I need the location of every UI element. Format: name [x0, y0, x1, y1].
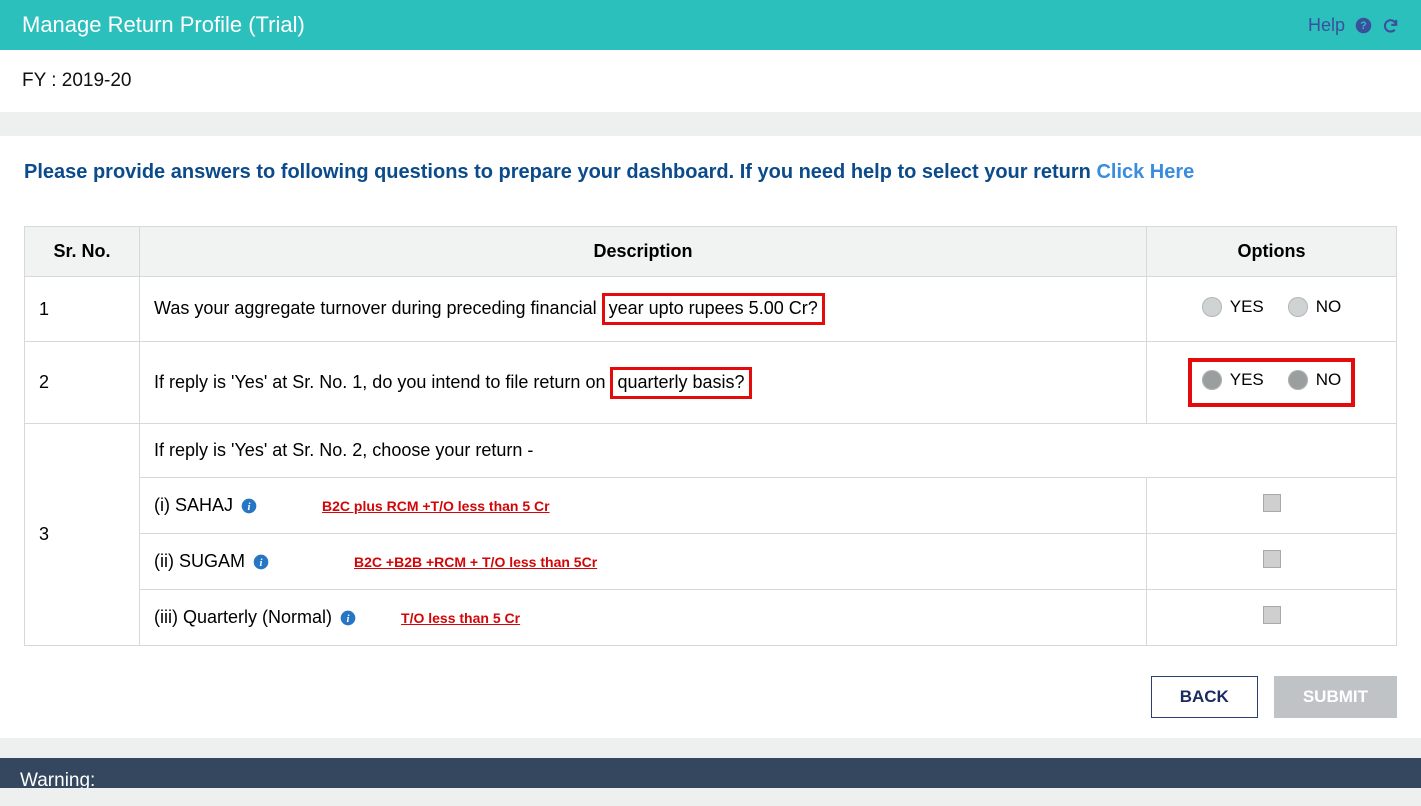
instruction-text: Please provide answers to following ques… [24, 158, 1397, 186]
radio-icon [1288, 370, 1308, 390]
cell-sr-2: 2 [25, 342, 140, 424]
th-sr: Sr. No. [25, 227, 140, 277]
table-row: 3 If reply is 'Yes' at Sr. No. 2, choose… [25, 424, 1397, 478]
row3-opt1-desc: (i) SAHAJ i B2C plus RCM +T/O less than … [140, 478, 1147, 534]
info-icon[interactable]: i [241, 498, 257, 514]
row2-no-radio[interactable]: NO [1288, 370, 1342, 390]
info-icon[interactable]: i [340, 610, 356, 626]
row3-opt1-note: B2C plus RCM +T/O less than 5 Cr [322, 498, 550, 514]
table-row: (ii) SUGAM i B2C +B2B +RCM + T/O less th… [25, 534, 1397, 590]
row1-yes-label: YES [1230, 297, 1264, 317]
radio-icon [1202, 370, 1222, 390]
row3-opt1-checkbox[interactable] [1263, 494, 1281, 512]
row3-opt2-note: B2C +B2B +RCM + T/O less than 5Cr [354, 554, 597, 570]
th-desc: Description [140, 227, 1147, 277]
refresh-icon[interactable] [1382, 17, 1399, 34]
row2-yes-label: YES [1230, 370, 1264, 390]
row2-highlight: quarterly basis? [610, 367, 751, 399]
warning-label: Warning: [20, 770, 95, 788]
row2-yes-radio[interactable]: YES [1202, 370, 1264, 390]
content-panel: Please provide answers to following ques… [0, 136, 1421, 738]
table-row: 2 If reply is 'Yes' at Sr. No. 1, do you… [25, 342, 1397, 424]
help-icon[interactable]: ? [1355, 17, 1372, 34]
row3-intro: If reply is 'Yes' at Sr. No. 2, choose y… [140, 424, 1397, 478]
info-icon[interactable]: i [253, 554, 269, 570]
row3-opt3-desc: (iii) Quarterly (Normal) i T/O less than… [140, 590, 1147, 646]
row3-opt3-label: (iii) Quarterly (Normal) [154, 607, 332, 628]
row1-no-label: NO [1316, 297, 1342, 317]
row3-opt2-check-cell [1147, 534, 1397, 590]
row2-no-label: NO [1316, 370, 1342, 390]
cell-opt-2: YES NO [1147, 342, 1397, 424]
row1-highlight: year upto rupees 5.00 Cr? [602, 293, 825, 325]
svg-text:i: i [260, 558, 263, 569]
radio-icon [1288, 297, 1308, 317]
radio-icon [1202, 297, 1222, 317]
row1-desc-prefix: Was your aggregate turnover during prece… [154, 298, 602, 318]
svg-text:i: i [347, 614, 350, 625]
page-title: Manage Return Profile (Trial) [22, 12, 305, 38]
header-bar: Manage Return Profile (Trial) Help ? [0, 0, 1421, 50]
button-row: BACK SUBMIT [24, 676, 1397, 718]
row1-yes-radio[interactable]: YES [1202, 297, 1264, 317]
cell-opt-1: YES NO [1147, 277, 1397, 342]
row1-no-radio[interactable]: NO [1288, 297, 1342, 317]
th-opt: Options [1147, 227, 1397, 277]
table-row: (i) SAHAJ i B2C plus RCM +T/O less than … [25, 478, 1397, 534]
fy-label: FY : 2019-20 [0, 50, 1421, 112]
cell-sr-1: 1 [25, 277, 140, 342]
row3-opt2-label: (ii) SUGAM [154, 551, 245, 572]
row2-desc-prefix: If reply is 'Yes' at Sr. No. 1, do you i… [154, 372, 610, 392]
svg-text:?: ? [1360, 20, 1366, 32]
row3-opt2-checkbox[interactable] [1263, 550, 1281, 568]
row3-opt3-checkbox[interactable] [1263, 606, 1281, 624]
row3-opt1-label: (i) SAHAJ [154, 495, 233, 516]
svg-text:i: i [248, 502, 251, 513]
row3-opt3-check-cell [1147, 590, 1397, 646]
cell-desc-1: Was your aggregate turnover during prece… [140, 277, 1147, 342]
row3-opt3-note: T/O less than 5 Cr [401, 610, 520, 626]
click-here-link[interactable]: Click Here [1096, 161, 1194, 183]
header-right: Help ? [1308, 15, 1399, 36]
warning-bar: Warning: [0, 758, 1421, 788]
table-row: 1 Was your aggregate turnover during pre… [25, 277, 1397, 342]
back-button[interactable]: BACK [1151, 676, 1258, 718]
table-row: (iii) Quarterly (Normal) i T/O less than… [25, 590, 1397, 646]
cell-sr-3: 3 [25, 424, 140, 646]
help-link[interactable]: Help [1308, 15, 1345, 36]
row3-opt1-check-cell [1147, 478, 1397, 534]
row2-options-highlight-box: YES NO [1188, 358, 1356, 407]
submit-button[interactable]: SUBMIT [1274, 676, 1397, 718]
cell-desc-2: If reply is 'Yes' at Sr. No. 1, do you i… [140, 342, 1147, 424]
row3-opt2-desc: (ii) SUGAM i B2C +B2B +RCM + T/O less th… [140, 534, 1147, 590]
instruction-prefix: Please provide answers to following ques… [24, 161, 1096, 183]
questions-table: Sr. No. Description Options 1 Was your a… [24, 226, 1397, 646]
